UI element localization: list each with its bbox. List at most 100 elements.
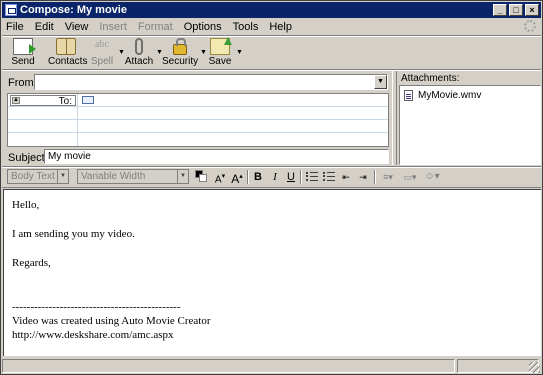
text-color-picker[interactable] [195,170,207,182]
window-title: Compose: My movie [20,4,127,16]
format-separator [300,170,302,184]
smaller-font-button[interactable]: A▾ [214,169,226,185]
subject-input[interactable]: My movie [44,149,389,164]
status-progress-cell [457,359,539,373]
recipient-type-select[interactable]: ▲ To: [10,95,76,107]
compose-app-icon [5,4,17,16]
save-button[interactable]: Save [207,37,233,69]
attachment-filename: MyMovie.wmv [418,90,482,101]
status-text-cell [2,359,455,373]
recipient-type-cell [8,133,78,146]
attachments-pane: Attachments: MyMovie.wmv [399,71,542,165]
menu-view[interactable]: View [65,21,89,33]
recipient-row-empty[interactable] [8,107,388,120]
body-link: http://www.deskshare.com/amc.aspx [12,329,174,341]
send-label: Send [11,56,35,67]
paragraph-style-select[interactable]: Body Text ▼ [7,169,69,184]
larger-font-button[interactable]: A▴ [230,169,244,186]
attachments-label: Attachments: [401,73,460,84]
outdent-button[interactable]: ⇤ [339,169,353,185]
address-card-icon [82,96,94,104]
bold-button[interactable]: B [252,169,264,185]
numbered-list-icon[interactable] [323,172,335,181]
body-line-empty [12,241,541,256]
spellcheck-icon: abc [95,39,109,50]
minimize-button[interactable]: _ [493,4,507,16]
body-line-empty [12,285,541,300]
recipient-row-empty[interactable] [8,133,388,146]
recipient-type-label: To: [58,96,72,107]
compose-toolbar: Send Contacts abc Spell ▼ Attach ▼ Secur… [2,37,541,69]
close-button[interactable]: × [525,4,539,16]
insert-menu-icon[interactable]: ▭▾ [400,169,420,185]
body-line: Regards, [12,257,51,269]
security-dropdown-arrow-icon[interactable]: ▼ [200,49,207,56]
paragraph-style-arrow-icon[interactable]: ▼ [57,170,68,183]
recipient-type-arrow-icon[interactable]: ▲ [12,97,20,104]
attach-button[interactable]: Attach [124,37,154,69]
font-select[interactable]: Variable Width ▼ [77,169,189,184]
menu-help[interactable]: Help [269,21,292,33]
from-label: From: [8,77,37,89]
paragraph-style-value: Body Text [11,171,55,182]
from-select[interactable]: ▼ [34,74,388,90]
body-line: I am sending you my video. [12,228,135,240]
contacts-button[interactable]: Contacts [48,37,88,69]
signature-separator: ----------------------------------------… [12,301,181,313]
smiley-icon[interactable]: ☺▾ [423,169,441,185]
align-menu-icon[interactable]: ≡▾ [379,169,397,185]
send-button[interactable]: Send [8,37,38,69]
menu-bar: File Edit View Insert Format Options Too… [2,18,541,35]
format-bottom-border [2,187,541,188]
font-arrow-icon[interactable]: ▼ [177,170,188,183]
indent-button[interactable]: ⇥ [356,169,370,185]
smaller-font-icon: A [214,174,222,186]
menu-edit[interactable]: Edit [35,21,54,33]
menu-file[interactable]: File [6,21,24,33]
subject-label: Subject: [8,152,48,164]
body-line: Video was created using Auto Movie Creat… [12,315,211,327]
security-label: Security [162,56,199,67]
menu-options[interactable]: Options [184,21,222,33]
from-dropdown-arrow-icon[interactable]: ▼ [374,75,387,89]
paperclip-icon [135,38,143,55]
address-book-icon [56,38,76,55]
save-label: Save [208,56,232,67]
contacts-label: Contacts [48,56,88,67]
maximize-button[interactable]: □ [509,4,523,16]
save-dropdown-arrow-icon[interactable]: ▼ [236,49,243,56]
attachments-list[interactable]: MyMovie.wmv [399,85,541,165]
attach-label: Attach [124,56,154,67]
send-icon [13,38,36,55]
recipient-row[interactable]: ▲ To: [8,94,388,107]
security-button[interactable]: Security [162,37,198,69]
recipient-type-cell[interactable]: ▲ To: [8,94,78,107]
menu-tools[interactable]: Tools [233,21,259,33]
title-bar: Compose: My movie _ □ × [2,2,541,18]
activity-throbber-icon [524,20,536,32]
save-icon [210,37,232,55]
spell-button[interactable]: abc Spell [88,37,116,69]
padlock-icon [173,38,187,55]
message-body-editor[interactable]: Hello, I am sending you my video. Regard… [3,189,541,356]
menu-insert[interactable]: Insert [99,21,127,33]
body-line-empty [12,270,541,285]
recipient-list[interactable]: ▲ To: [7,93,389,147]
recipient-type-cell [8,120,78,133]
attachment-item[interactable]: MyMovie.wmv [404,90,481,101]
font-value: Variable Width [81,171,146,182]
body-line-empty [12,212,541,227]
status-bar [2,358,541,374]
format-separator [247,170,249,184]
background-color-swatch [199,174,207,182]
format-toolbar: Body Text ▼ Variable Width ▼ A▾ A▴ B I U… [2,168,541,186]
recipient-row-empty[interactable] [8,120,388,133]
file-icon [404,90,413,101]
bullet-list-icon[interactable] [306,172,318,181]
resize-grip-icon[interactable] [529,362,540,373]
underline-button[interactable]: U [285,169,297,185]
compose-window: Compose: My movie _ □ × File Edit View I… [0,0,543,375]
italic-button[interactable]: I [269,169,281,185]
menu-format[interactable]: Format [138,21,173,33]
attachments-splitter[interactable] [392,71,397,165]
